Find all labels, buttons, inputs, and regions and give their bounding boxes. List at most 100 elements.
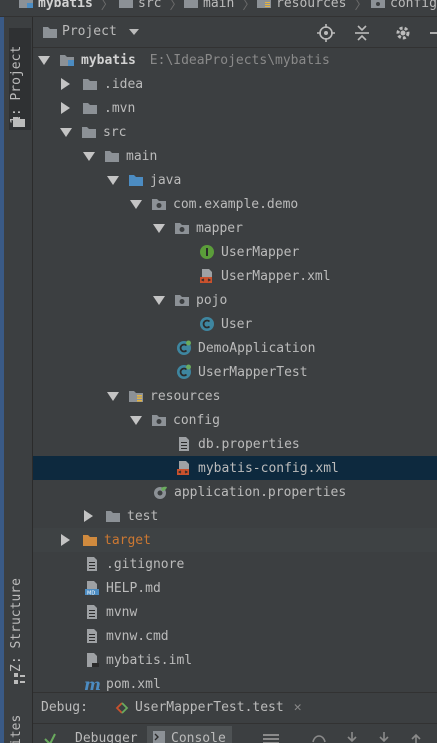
- tree-item-label: HELP.md: [106, 580, 161, 596]
- tab-project-label: 1: Project: [9, 45, 24, 124]
- breadcrumb-item-resources[interactable]: resources 〉: [256, 0, 368, 13]
- tree-item-pojo[interactable]: pojo: [33, 288, 437, 312]
- rerun-icon[interactable]: [43, 732, 57, 743]
- tab-favorites[interactable]: ites: [9, 712, 31, 743]
- folder-icon: [119, 0, 133, 8]
- project-view-selector[interactable]: Project: [42, 24, 139, 39]
- tree-item-test[interactable]: test: [33, 504, 437, 528]
- tree-item-java[interactable]: java: [33, 168, 437, 192]
- module-folder-icon: [60, 55, 74, 66]
- collapse-icon[interactable]: [353, 24, 371, 42]
- tree-item-application-properties[interactable]: application.properties: [33, 480, 437, 504]
- expanded-arrow-icon[interactable]: [83, 151, 95, 161]
- collapsed-arrow-icon[interactable]: [61, 102, 70, 114]
- properties-file-icon: [179, 437, 189, 451]
- collapsed-arrow-icon[interactable]: [61, 78, 70, 90]
- tree-item-mybatis-iml[interactable]: mybatis.iml: [33, 648, 437, 672]
- tab-structure[interactable]: Z: Structure: [9, 568, 31, 672]
- folder-icon: [105, 151, 119, 162]
- tree-item-mvnw-cmd[interactable]: mvnw.cmd: [33, 624, 437, 648]
- tab-console[interactable]: Console: [147, 726, 232, 743]
- expanded-arrow-icon[interactable]: [153, 223, 165, 233]
- tab-debugger[interactable]: Debugger: [69, 726, 144, 743]
- tree-item-usermapper[interactable]: UserMapper: [33, 240, 437, 264]
- tree-item-mvnw[interactable]: mvnw: [33, 600, 437, 624]
- tree-item-label: mybatis-config.xml: [198, 460, 339, 476]
- expanded-arrow-icon[interactable]: [153, 295, 165, 305]
- close-icon[interactable]: ✕: [294, 700, 302, 715]
- text-file-icon: [87, 629, 97, 643]
- project-panel-header: Project: [33, 17, 437, 48]
- console-icon: [153, 731, 165, 743]
- breadcrumb-item-config[interactable]: config: [370, 0, 437, 12]
- step-into-icon[interactable]: [345, 732, 359, 743]
- debug-session-tab[interactable]: UserMapperTest.test ✕: [115, 700, 302, 715]
- breadcrumb-separator: 〉: [242, 0, 256, 13]
- step-out-icon[interactable]: [409, 732, 423, 743]
- collapsed-arrow-icon[interactable]: [84, 510, 93, 522]
- gear-icon[interactable]: [394, 24, 412, 42]
- expanded-arrow-icon[interactable]: [60, 127, 72, 137]
- expanded-arrow-icon[interactable]: [107, 175, 119, 185]
- tree-item-label: java: [150, 172, 182, 188]
- breadcrumb: mybatis 〉 src 〉 main 〉 resources 〉 confi…: [0, 0, 437, 17]
- menu-icon[interactable]: [263, 734, 279, 743]
- package-icon: [175, 223, 189, 234]
- tab-project[interactable]: 1: Project: [9, 28, 31, 130]
- tree-item-db-properties[interactable]: db.properties: [33, 432, 437, 456]
- tree-item-help-md[interactable]: MD HELP.md: [33, 576, 437, 600]
- expanded-arrow-icon[interactable]: [107, 391, 119, 401]
- tree-item-main[interactable]: main: [33, 144, 437, 168]
- debug-label: Debug:: [41, 700, 88, 715]
- tree-item-idea[interactable]: .idea: [33, 72, 437, 96]
- tree-item-label: pojo: [196, 292, 228, 308]
- tree-item-config[interactable]: config: [33, 408, 437, 432]
- tree-item-package[interactable]: com.example.demo: [33, 192, 437, 216]
- tree-item-mvn[interactable]: .mvn: [33, 96, 437, 120]
- tree-item-label: src: [103, 124, 127, 140]
- tree-item-gitignore[interactable]: .gitignore: [33, 552, 437, 576]
- tree-item-demoapplication[interactable]: DemoApplication: [33, 336, 437, 360]
- project-path: E:\IdeaProjects\mybatis: [149, 52, 330, 68]
- step-over-icon[interactable]: [311, 732, 327, 743]
- svg-text:m: m: [84, 676, 100, 692]
- package-folder-icon: [371, 0, 385, 8]
- hide-icon[interactable]: [428, 24, 437, 42]
- tree-item-mapper[interactable]: mapper: [33, 216, 437, 240]
- collapsed-arrow-icon[interactable]: [61, 534, 70, 546]
- text-file-icon: [87, 557, 97, 571]
- resources-folder-icon: [257, 0, 271, 8]
- folder-icon: [106, 511, 120, 522]
- breadcrumb-separator: 〉: [354, 0, 368, 13]
- expanded-arrow-icon[interactable]: [38, 55, 50, 65]
- text-file-icon: [87, 605, 97, 619]
- package-icon: [152, 199, 166, 210]
- tree-item-label: mvnw: [106, 604, 138, 620]
- tree-item-usermappertest[interactable]: UserMapperTest: [33, 360, 437, 384]
- breadcrumb-item-main[interactable]: main 〉: [183, 0, 256, 13]
- project-tab-icon: [13, 117, 25, 127]
- tree-item-mybatis-config-xml[interactable]: mybatis-config.xml: [33, 456, 437, 480]
- tree-item-mybatis[interactable]: mybatis E:\IdeaProjects\mybatis: [33, 48, 437, 72]
- tree-item-resources[interactable]: resources: [33, 384, 437, 408]
- tree-item-user[interactable]: User: [33, 312, 437, 336]
- tab-console-label: Console: [171, 731, 226, 743]
- test-class-icon: [177, 364, 191, 379]
- package-icon: [152, 415, 166, 426]
- tree-item-label: mapper: [196, 220, 243, 236]
- tree-item-label: com.example.demo: [173, 196, 299, 212]
- tree-item-label: application.properties: [174, 484, 347, 500]
- tree-item-src[interactable]: src: [33, 120, 437, 144]
- project-folder-icon: [43, 26, 57, 38]
- tab-favorites-label: ites: [9, 714, 24, 743]
- breadcrumb-label: src: [138, 0, 162, 11]
- expanded-arrow-icon[interactable]: [130, 199, 142, 209]
- breadcrumb-item-mybatis[interactable]: mybatis 〉: [18, 0, 114, 13]
- tree-item-target[interactable]: target: [33, 528, 437, 552]
- module-file-icon: [87, 653, 99, 667]
- target-icon[interactable]: [317, 24, 335, 42]
- tree-item-usermapper-xml[interactable]: UserMapper.xml: [33, 264, 437, 288]
- force-step-into-icon[interactable]: [377, 732, 391, 743]
- expanded-arrow-icon[interactable]: [130, 415, 142, 425]
- breadcrumb-item-src[interactable]: src 〉: [118, 0, 183, 13]
